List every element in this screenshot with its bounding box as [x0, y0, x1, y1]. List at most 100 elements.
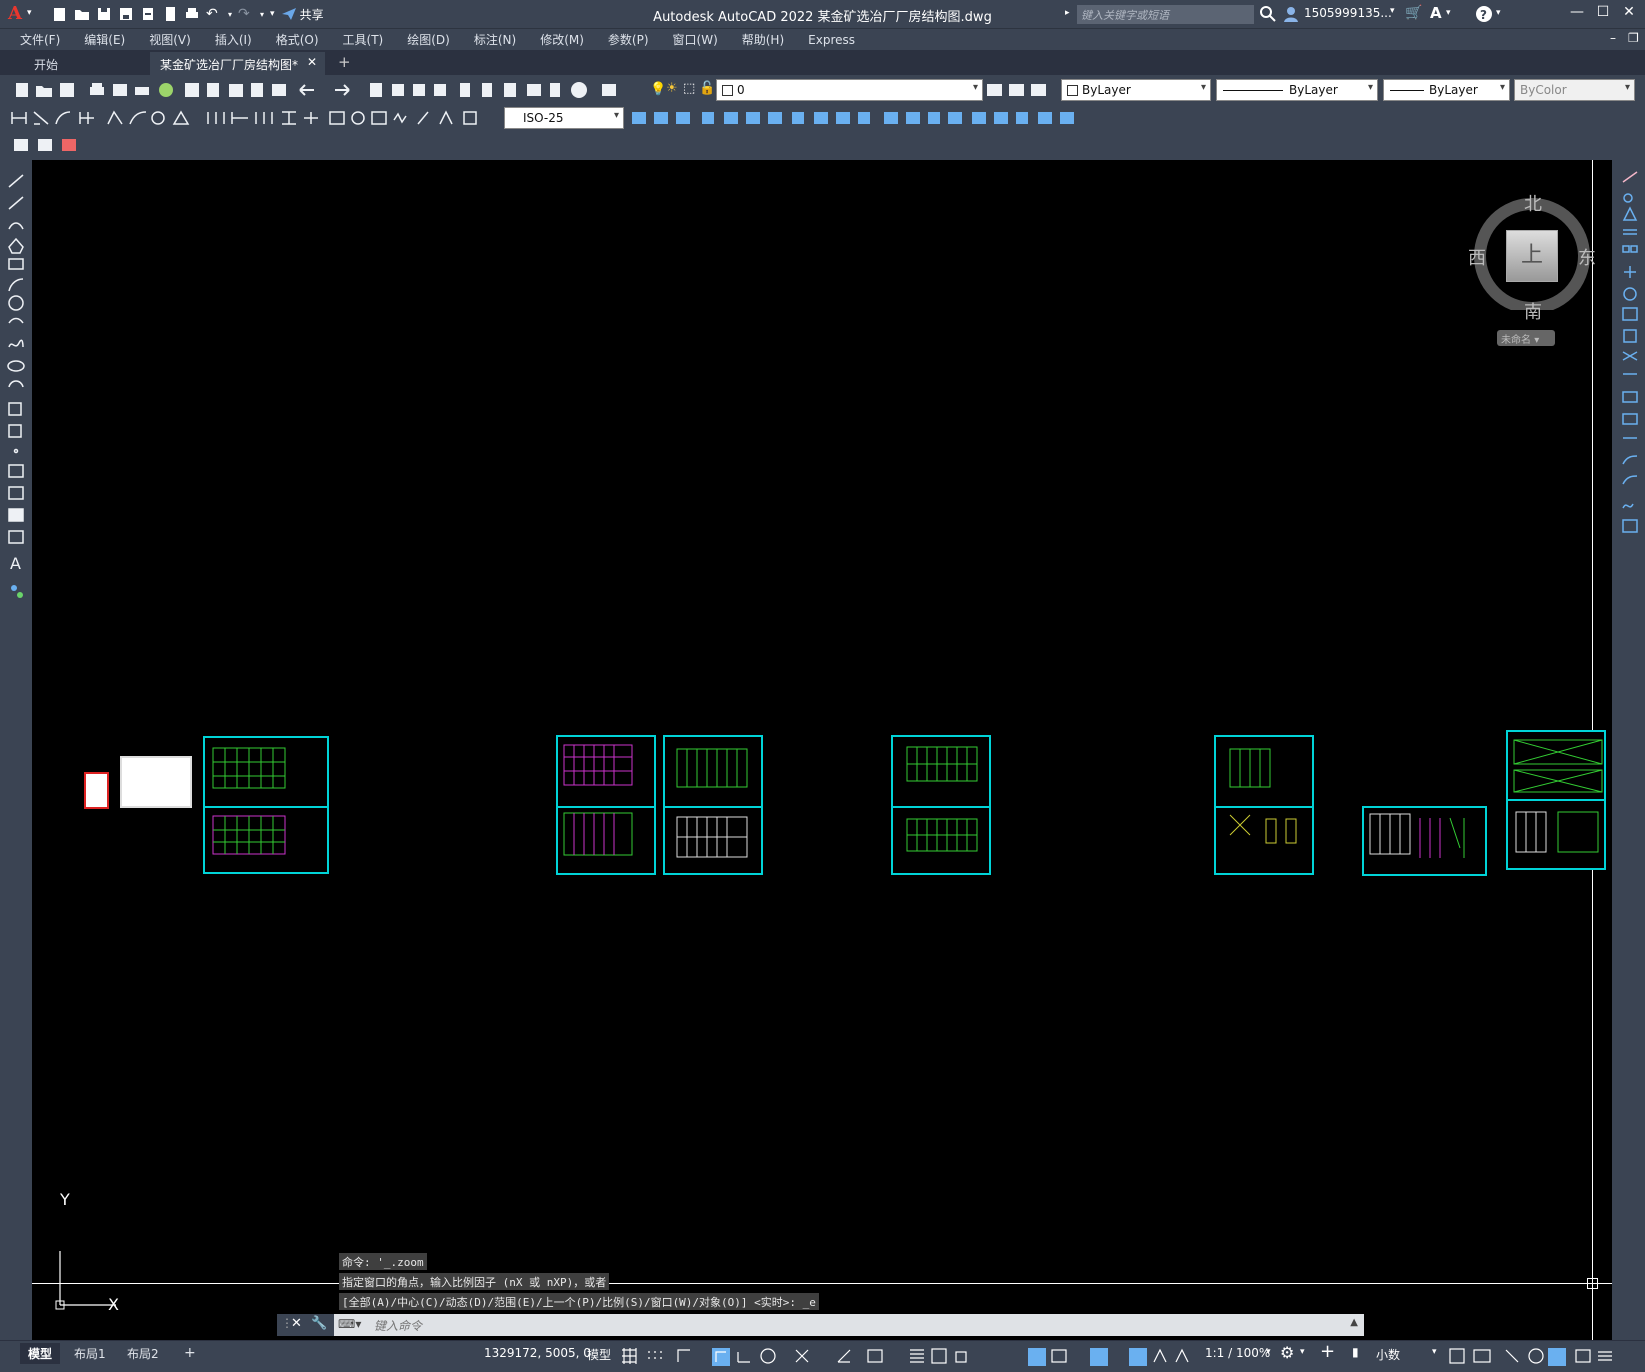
modify-side-icons[interactable]	[1620, 168, 1642, 568]
a360-arrow-icon[interactable]: ▾	[1446, 8, 1451, 18]
menu-view[interactable]: 视图(V)	[149, 31, 191, 48]
linetype-dropdown[interactable]: ByLayer ▾	[1216, 79, 1378, 101]
lineweight-value: ByLayer	[1429, 83, 1478, 97]
layer-value: 0	[737, 83, 745, 97]
doc-restore-icon[interactable]: ❐	[1628, 31, 1639, 45]
model-space-button[interactable]: 模型	[587, 1346, 611, 1363]
menu-bar: 文件(F) 编辑(E) 视图(V) 插入(I) 格式(O) 工具(T) 绘图(D…	[0, 29, 1645, 50]
scale-arrow-icon[interactable]: ▾	[1266, 1347, 1271, 1357]
search-icon[interactable]	[1260, 6, 1276, 26]
user-name[interactable]: 1505999135...	[1304, 6, 1392, 20]
command-input[interactable]: ⌨▾ 键入命令 ▲	[334, 1314, 1364, 1336]
compass-east[interactable]: 东	[1578, 244, 1596, 270]
menu-draw[interactable]: 绘图(D)	[407, 31, 450, 48]
tab-layout2[interactable]: 布局2	[119, 1343, 167, 1364]
freeze-icon[interactable]: ⬚	[683, 81, 695, 96]
wcs-menu[interactable]: 未命名 ▾	[1497, 330, 1555, 346]
tab-start[interactable]: 开始	[24, 52, 149, 75]
light-bulb-icon[interactable]: 💡	[650, 82, 666, 97]
tab-document[interactable]: 某金矿选冶厂厂房结构图* ✕	[150, 52, 325, 75]
coordinates-readout[interactable]: 1329172, 5005, 0	[484, 1346, 591, 1360]
layer-dropdown[interactable]: 0 ▾	[716, 79, 983, 101]
help-icon[interactable]: ?	[1475, 5, 1493, 27]
units-readout[interactable]: 小数	[1376, 1346, 1400, 1363]
help-arrow-icon[interactable]: ▾	[1496, 8, 1501, 18]
menu-dimension[interactable]: 标注(N)	[474, 31, 516, 48]
user-icon[interactable]	[1283, 6, 1299, 26]
autodesk-a360-icon[interactable]: A	[1430, 4, 1442, 22]
minimize-icon[interactable]: —	[1564, 4, 1590, 24]
add-layout-icon[interactable]: +	[176, 1343, 204, 1363]
modify-tools-icons[interactable]	[626, 108, 1136, 128]
status-tray-icons[interactable]	[1448, 1346, 1644, 1366]
menu-format[interactable]: 格式(O)	[276, 31, 319, 48]
close-icon[interactable]: ✕	[1616, 4, 1642, 24]
menu-tools[interactable]: 工具(T)	[343, 31, 384, 48]
units-arrow-icon[interactable]: ▾	[1432, 1347, 1437, 1357]
drawing-sheet[interactable]	[556, 735, 656, 875]
chevron-up-icon[interactable]: ▲	[1350, 1317, 1358, 1328]
plotstyle-dropdown[interactable]: ByColor ▾	[1514, 79, 1635, 101]
tab-close-icon[interactable]: ✕	[307, 55, 317, 69]
menu-modify[interactable]: 修改(M)	[540, 31, 584, 48]
standard-tools-icons[interactable]	[10, 80, 650, 100]
drawing-sheet[interactable]	[120, 756, 192, 808]
drawing-sheet[interactable]	[1362, 806, 1487, 876]
menu-file[interactable]: 文件(F)	[20, 31, 60, 48]
draw-tools-icons[interactable]: A	[6, 165, 28, 605]
chevron-down-icon: ▾	[1499, 82, 1505, 93]
compass-north[interactable]: 北	[1524, 190, 1542, 216]
sun-icon[interactable]: ☀	[666, 81, 678, 96]
tab-layout1[interactable]: 布局1	[66, 1343, 114, 1364]
units-icon[interactable]: ▮	[1352, 1345, 1359, 1359]
cart-icon[interactable]: 🛒	[1405, 5, 1422, 21]
drawing-sheet[interactable]	[1506, 730, 1606, 870]
new-tab-icon[interactable]: +	[338, 53, 351, 71]
viewcube[interactable]: 上 北 南 西 东	[1468, 180, 1596, 340]
ucs-x-label: X	[108, 1295, 119, 1314]
menu-help[interactable]: 帮助(H)	[742, 31, 784, 48]
dimension-tools-icons[interactable]	[8, 108, 498, 128]
drawing-sheet[interactable]	[203, 736, 329, 874]
search-input[interactable]: 键入关键字或短语	[1077, 5, 1254, 24]
maximize-icon[interactable]: ☐	[1590, 4, 1616, 24]
gear-icon[interactable]: ⚙	[1280, 1343, 1294, 1362]
lock-icon[interactable]: 🔓	[699, 81, 715, 96]
drawing-sheet[interactable]	[84, 772, 109, 809]
layer-color-swatch	[722, 85, 733, 96]
viewcube-top-face[interactable]: 上	[1506, 230, 1558, 282]
dimstyle-value: ISO-25	[523, 111, 564, 125]
compass-west[interactable]: 西	[1468, 244, 1486, 270]
color-dropdown[interactable]: ByLayer ▾	[1061, 79, 1211, 101]
doc-minimize-icon[interactable]: –	[1610, 31, 1616, 45]
dimstyle-dropdown[interactable]: ISO-25 ▾	[504, 107, 624, 129]
command-history-line: [全部(A)/中心(C)/动态(D)/范围(E)/上一个(P)/比例(S)/窗口…	[339, 1293, 819, 1310]
lineweight-dropdown[interactable]: ByLayer ▾	[1383, 79, 1510, 101]
drawing-sheet[interactable]	[663, 735, 763, 875]
plus-icon[interactable]: +	[1320, 1341, 1335, 1362]
menu-edit[interactable]: 编辑(E)	[84, 31, 125, 48]
linetype-value: ByLayer	[1289, 83, 1338, 97]
tab-model[interactable]: 模型	[20, 1343, 61, 1364]
menu-express[interactable]: Express	[808, 33, 855, 47]
search-expand-icon[interactable]: ▸	[1065, 8, 1070, 18]
gear-arrow-icon[interactable]: ▾	[1300, 1347, 1305, 1357]
menu-parameter[interactable]: 参数(P)	[608, 31, 649, 48]
chevron-down-icon: ▾	[1534, 335, 1540, 346]
close-command-icon[interactable]: ✕	[291, 1316, 302, 1331]
layout-tools-icons[interactable]	[10, 135, 80, 155]
plotstyle-value: ByColor	[1520, 83, 1567, 97]
menu-window[interactable]: 窗口(W)	[673, 31, 718, 48]
menu-insert[interactable]: 插入(I)	[215, 31, 252, 48]
layer-tools-icons[interactable]	[985, 80, 1051, 100]
command-prompt-icon[interactable]: ⌨▾	[338, 1317, 361, 1331]
crosshair-pickbox	[1587, 1278, 1598, 1289]
drawing-sheet[interactable]	[1214, 735, 1314, 875]
drawing-sheet[interactable]	[891, 735, 991, 875]
annotation-scale[interactable]: 1:1 / 100%	[1205, 1346, 1270, 1360]
wrench-icon[interactable]: 🔧	[311, 1316, 327, 1331]
drawing-canvas[interactable]: 上 北 南 西 东 未命名 ▾ Y X	[32, 160, 1612, 1340]
compass-south[interactable]: 南	[1524, 298, 1542, 324]
user-arrow-icon[interactable]: ▾	[1390, 6, 1395, 16]
drafting-toggles-icons[interactable]	[620, 1346, 1220, 1366]
